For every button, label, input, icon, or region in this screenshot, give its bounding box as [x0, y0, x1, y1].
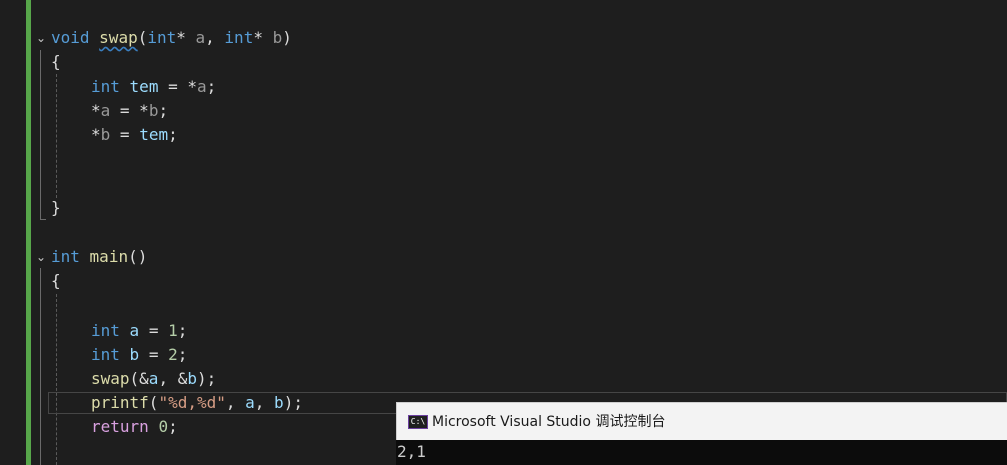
indent-guide	[56, 74, 57, 198]
param-b: b	[148, 101, 159, 120]
fold-region-end	[40, 219, 46, 220]
type-keyword: int	[91, 321, 120, 340]
brace: {	[51, 52, 61, 71]
code-line-int-a[interactable]: int a = 1;	[91, 319, 187, 343]
operator: = *	[110, 101, 149, 120]
variable-tem: tem	[129, 77, 159, 96]
param-b: b	[262, 28, 283, 47]
operator: *	[91, 125, 101, 144]
operator: =	[110, 125, 140, 144]
function-name-swap[interactable]: swap	[99, 28, 138, 47]
punct: ()	[128, 247, 148, 266]
brace: {	[51, 271, 61, 290]
code-line-return[interactable]: return 0;	[91, 415, 178, 439]
param-b: b	[100, 125, 111, 144]
function-call-swap: swap	[91, 369, 130, 388]
code-line-int-b[interactable]: int b = 2;	[91, 343, 187, 367]
operator: =	[139, 345, 169, 364]
punct: ;	[168, 125, 178, 144]
control-keyword: return	[91, 417, 149, 436]
code-line-assign-b[interactable]: *b = tem;	[91, 123, 178, 147]
code-line-close-brace[interactable]: }	[51, 196, 61, 220]
punct: *	[176, 28, 186, 47]
fold-chevron-down-icon[interactable]: ⌄	[34, 26, 48, 50]
operator: = *	[158, 77, 197, 96]
variable-a: a	[245, 393, 255, 412]
punct: ,	[205, 28, 225, 47]
code-line-assign-a[interactable]: *a = *b;	[91, 99, 168, 123]
change-tracking-bar	[26, 0, 31, 465]
code-line-swap-call[interactable]: swap(&a, &b);	[91, 367, 216, 391]
param-a: a	[100, 101, 111, 120]
punct: (	[148, 393, 159, 412]
punct: ;	[177, 345, 188, 364]
fold-chevron-down-icon[interactable]: ⌄	[34, 245, 48, 269]
variable-a: a	[129, 321, 140, 340]
number-literal: 1	[168, 321, 178, 340]
punct: ;	[158, 101, 169, 120]
type-keyword: int	[91, 77, 120, 96]
code-line-tem-decl[interactable]: int tem = *a;	[91, 75, 216, 99]
number-literal: 2	[168, 345, 178, 364]
type-keyword: int	[91, 345, 120, 364]
code-line-open-brace[interactable]: {	[51, 269, 61, 293]
code-line-printf-call[interactable]: printf("%d,%d", a, b);	[91, 391, 303, 415]
variable-b: b	[274, 393, 284, 412]
type-keyword: int	[147, 28, 177, 47]
indent-guide	[56, 294, 57, 465]
punct: *	[253, 28, 263, 47]
variable-a: a	[148, 369, 159, 388]
operator: =	[139, 321, 169, 340]
console-title: Microsoft Visual Studio 调试控制台	[432, 414, 666, 430]
console-output-line: 2,1	[397, 442, 426, 461]
punct: (	[137, 28, 148, 47]
function-name-main[interactable]: main	[90, 247, 129, 266]
fold-region-line	[40, 268, 41, 465]
type-keyword: int	[224, 28, 254, 47]
punct: ;	[168, 417, 178, 436]
type-keyword: int	[51, 247, 80, 266]
operator: *	[91, 101, 101, 120]
function-call-printf: printf	[91, 393, 149, 412]
variable-b: b	[129, 345, 140, 364]
string-literal: "%d,%d"	[158, 393, 226, 412]
punct: , &	[158, 369, 188, 388]
param-a: a	[196, 77, 207, 96]
code-editor[interactable]: ⌄ ⌄ void swap(int* a, int* b) { int tem …	[0, 0, 1007, 465]
console-app-icon: C:\	[408, 415, 428, 429]
code-line-main-signature[interactable]: int main()	[51, 245, 147, 269]
punct: ,	[254, 393, 275, 412]
code-line-swap-signature[interactable]: void swap(int* a, int* b)	[51, 26, 292, 50]
variable-tem: tem	[139, 125, 169, 144]
fold-region-line	[40, 50, 41, 220]
variable-b: b	[187, 369, 197, 388]
punct: (&	[129, 369, 149, 388]
console-titlebar[interactable]: C:\ Microsoft Visual Studio 调试控制台	[396, 402, 1007, 440]
punct: ;	[206, 77, 217, 96]
punct: ;	[177, 321, 188, 340]
punct: );	[283, 393, 303, 412]
punct: )	[282, 28, 292, 47]
keyword: void	[51, 28, 90, 47]
brace: }	[51, 198, 61, 217]
code-line-open-brace[interactable]: {	[51, 50, 61, 74]
debug-console-window[interactable]: C:\ Microsoft Visual Studio 调试控制台 2,1	[396, 402, 1007, 465]
param-a: a	[185, 28, 206, 47]
number-literal: 0	[158, 417, 169, 436]
punct: );	[196, 369, 217, 388]
punct: ,	[225, 393, 246, 412]
